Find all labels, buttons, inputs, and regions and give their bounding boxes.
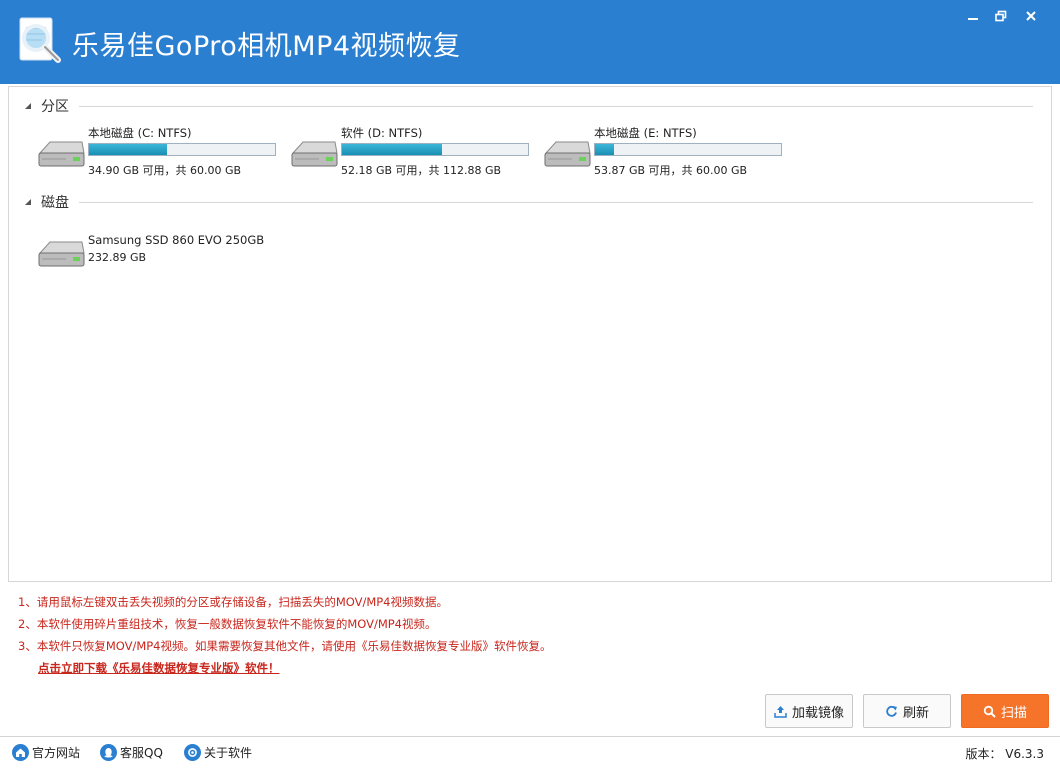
refresh-icon [886, 705, 897, 717]
collapse-arrow-icon [25, 103, 31, 109]
usage-bar [88, 143, 276, 156]
hard-drive-icon [544, 141, 591, 167]
partitions-section-header[interactable]: 分区 [23, 96, 1033, 116]
version-label: 版本： V6.3.3 [965, 747, 1044, 761]
load-image-button[interactable]: 加载镜像 [765, 694, 853, 728]
partition-name: 本地磁盘 (C: NTFS) [88, 126, 192, 140]
search-icon [983, 705, 996, 718]
refresh-label: 刷新 [902, 705, 929, 721]
load-image-label: 加载镜像 [791, 705, 844, 721]
disk-name: Samsung SSD 860 EVO 250GB [88, 233, 265, 247]
collapse-arrow-icon [25, 199, 31, 205]
partition-d[interactable]: 软件 (D: NTFS) 52.18 GB 可用，共 112.88 GB [289, 125, 539, 181]
partition-info: 52.18 GB 可用，共 112.88 GB [341, 164, 502, 177]
tips-list: 1、请用鼠标左键双击丢失视频的分区或存储设备，扫描丢失的MOV/MP4视频数据。… [18, 594, 552, 660]
section-divider [79, 105, 1033, 107]
partition-info: 34.90 GB 可用，共 60.00 GB [88, 164, 242, 177]
minimize-icon [968, 18, 978, 20]
disk-info: 232.89 GB [88, 251, 147, 264]
partition-info: 53.87 GB 可用，共 60.00 GB [594, 164, 748, 177]
usage-bar-fill [342, 144, 443, 155]
refresh-button[interactable]: 刷新 [863, 694, 951, 728]
tip-1: 1、请用鼠标左键双击丢失视频的分区或存储设备，扫描丢失的MOV/MP4视频数据。 [18, 595, 448, 609]
partition-e[interactable]: 本地磁盘 (E: NTFS) 53.87 GB 可用，共 60.00 GB [542, 125, 792, 181]
home-icon [12, 744, 29, 761]
partitions-section-title: 分区 [41, 99, 69, 115]
title-bar: 乐易佳GoPro相机MP4视频恢复 [0, 0, 1060, 84]
hard-drive-icon [38, 241, 85, 267]
upload-icon [774, 705, 787, 718]
restore-button[interactable] [986, 4, 1016, 28]
disks-section-header[interactable]: 磁盘 [23, 192, 1033, 212]
website-link[interactable]: 官方网站 [12, 744, 80, 761]
scan-button[interactable]: 扫描 [961, 694, 1049, 728]
about-link[interactable]: 关于软件 [184, 744, 252, 761]
minimize-button[interactable] [958, 4, 988, 28]
close-icon [1026, 11, 1036, 21]
qq-icon [100, 744, 117, 761]
usage-bar-fill [89, 144, 167, 155]
disk-samsung-ssd[interactable]: Samsung SSD 860 EVO 250GB 232.89 GB [36, 233, 286, 289]
app-title: 乐易佳GoPro相机MP4视频恢复 [72, 31, 461, 62]
info-icon [184, 744, 201, 761]
section-divider [79, 201, 1033, 203]
magnifier-document-icon [14, 14, 64, 66]
drive-list-panel: 分区 本地磁盘 (C: NTFS) 34.90 GB 可用，共 60.00 GB… [8, 86, 1052, 582]
partition-name: 软件 (D: NTFS) [341, 126, 423, 140]
usage-bar [594, 143, 782, 156]
usage-bar-fill [595, 144, 614, 155]
qq-support-link[interactable]: 客服QQ [100, 744, 163, 761]
website-label: 官方网站 [32, 746, 81, 760]
partition-c[interactable]: 本地磁盘 (C: NTFS) 34.90 GB 可用，共 60.00 GB [36, 125, 286, 181]
tip-2: 2、本软件使用碎片重组技术，恢复一般数据恢复软件不能恢复的MOV/MP4视频。 [18, 617, 437, 631]
close-button[interactable] [1016, 4, 1046, 28]
hard-drive-icon [38, 141, 85, 167]
tip-3: 3、本软件只恢复MOV/MP4视频。如果需要恢复其他文件，请使用《乐易佳数据恢复… [18, 639, 552, 653]
scan-label: 扫描 [1000, 705, 1027, 721]
partition-name: 本地磁盘 (E: NTFS) [594, 126, 697, 140]
about-label: 关于软件 [204, 746, 253, 760]
restore-icon [995, 10, 1007, 22]
usage-bar [341, 143, 529, 156]
disks-section-title: 磁盘 [41, 195, 69, 211]
hard-drive-icon [291, 141, 338, 167]
status-bar: 官方网站 客服QQ 关于软件 版本： V6.3.3 [0, 736, 1060, 768]
download-pro-link[interactable]: 点击立即下载《乐易佳数据恢复专业版》软件！ [38, 660, 280, 676]
qq-label: 客服QQ [120, 746, 163, 760]
